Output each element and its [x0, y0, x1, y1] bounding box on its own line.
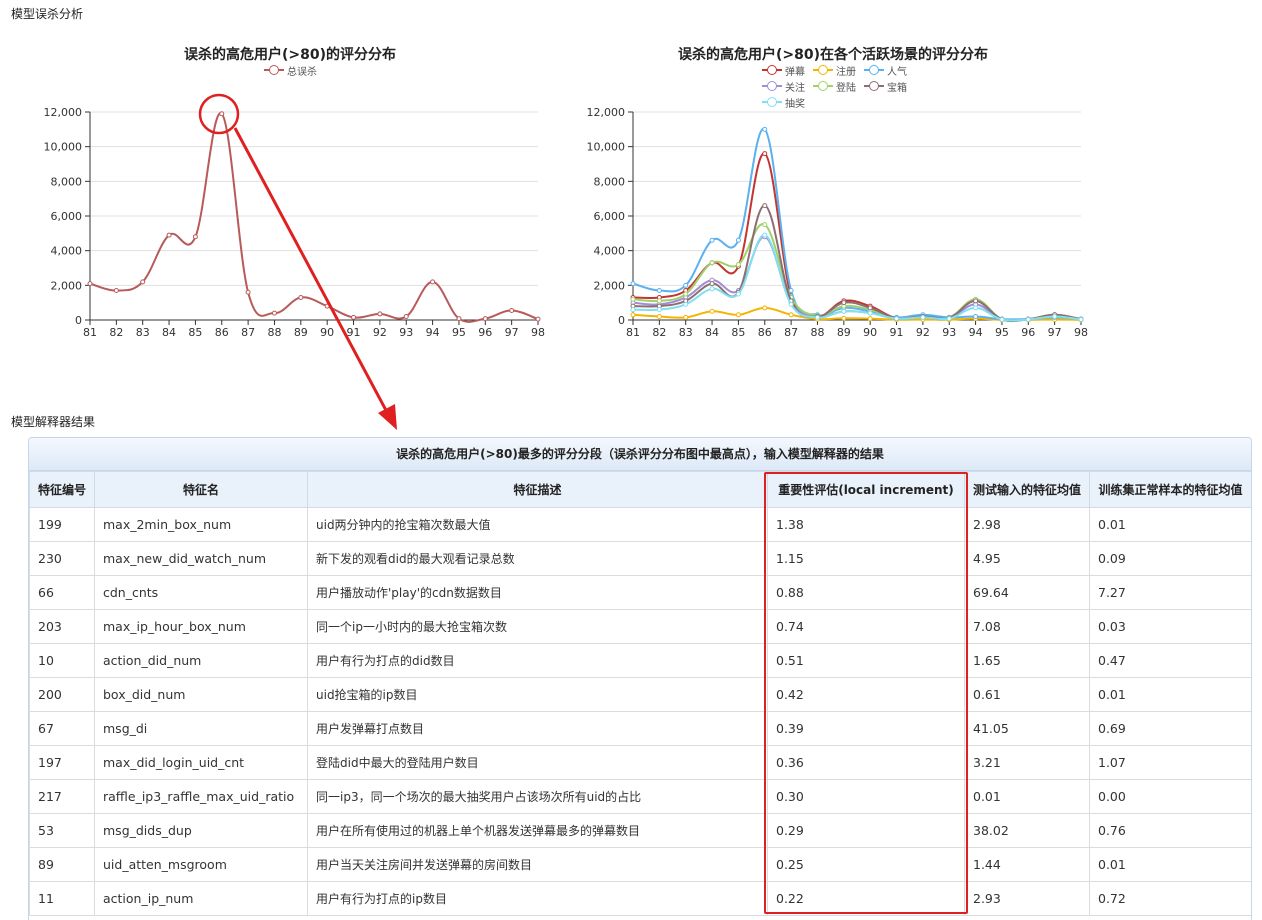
cell-id: 230	[29, 541, 95, 576]
cell-desc: 登陆did中最大的登陆用户数目	[307, 745, 768, 780]
cell-train-mean: 0.47	[1089, 643, 1251, 678]
table-row: 67 msg_di 用户发弹幕打点数目 0.39 41.05 0.69	[29, 711, 1251, 746]
cell-importance: 0.30	[767, 779, 965, 814]
cell-importance: 0.88	[767, 575, 965, 610]
cell-train-mean: 7.27	[1089, 575, 1251, 610]
cell-train-mean: 0.00	[1089, 779, 1251, 814]
cell-test-mean: 69.64	[964, 575, 1090, 610]
cell-train-mean: 0.01	[1089, 507, 1251, 542]
cell-name: max_did_login_uid_cnt	[94, 745, 308, 780]
cell-desc: 新下发的观看did的最大观看记录总数	[307, 541, 768, 576]
cell-id: 10	[29, 643, 95, 678]
cell-name: max_ip_hour_box_num	[94, 609, 308, 644]
col-header-id[interactable]: 特征编号	[29, 471, 95, 508]
table-row: 203 max_ip_hour_box_num 同一个ip一小时内的最大抢宝箱次数 0…	[29, 609, 1251, 644]
cell-train-mean: 0.72	[1089, 881, 1251, 916]
cell-desc: 同一个ip一小时内的最大抢宝箱次数	[307, 609, 768, 644]
table-row: 200 box_did_num uid抢宝箱的ip数目 0.42 0.61 0.01	[29, 677, 1251, 712]
cell-desc: 用户有行为打点的did数目	[307, 643, 768, 678]
col-header-importance[interactable]: 重要性评估(local increment)	[767, 471, 965, 508]
cell-test-mean: 0.61	[964, 677, 1090, 712]
cell-name: cdn_cnts	[94, 575, 308, 610]
peak-highlight-circle	[198, 93, 240, 135]
cell-name: msg_dids_dup	[94, 813, 308, 848]
cell-test-mean: 1.44	[964, 847, 1090, 882]
cell-name: uid_atten_msgroom	[94, 847, 308, 882]
cell-desc: uid抢宝箱的ip数目	[307, 677, 768, 712]
cell-desc: 用户发弹幕打点数目	[307, 711, 768, 746]
col-header-name[interactable]: 特征名	[94, 471, 308, 508]
table-row: 217 raffle_ip3_raffle_max_uid_ratio 同一ip3，…	[29, 779, 1251, 814]
table-row: 199 max_2min_box_num uid两分钟内的抢宝箱次数最大值 1.38 2…	[29, 507, 1251, 542]
cell-name: action_ip_num	[94, 881, 308, 916]
cell-id: 197	[29, 745, 95, 780]
cell-test-mean: 38.02	[964, 813, 1090, 848]
cell-importance: 0.42	[767, 677, 965, 712]
cell-importance: 0.22	[767, 881, 965, 916]
cell-importance: 0.29	[767, 813, 965, 848]
cell-id: 66	[29, 575, 95, 610]
cell-desc: 同一ip3，同一个场次的最大抽奖用户占该场次所有uid的占比	[307, 779, 768, 814]
interpreter-table: 特征编号 特征名 特征描述 重要性评估(local increment) 测试输…	[29, 471, 1251, 916]
table-row: 89 uid_atten_msgroom 用户当天关注房间并发送弹幕的房间数目 0.2…	[29, 847, 1251, 882]
cell-id: 11	[29, 881, 95, 916]
col-header-test-mean[interactable]: 测试输入的特征均值	[964, 471, 1090, 508]
cell-desc: 用户有行为打点的ip数目	[307, 881, 768, 916]
section-label-interpreter: 模型解释器结果	[11, 415, 96, 429]
interpreter-table-panel: 误杀的高危用户(>80)最多的评分分段（误杀评分分布图中最高点），输入模型解释器…	[28, 437, 1252, 920]
cell-train-mean: 1.07	[1089, 745, 1251, 780]
cell-test-mean: 2.98	[964, 507, 1090, 542]
cell-train-mean: 0.76	[1089, 813, 1251, 848]
annotation-arrow-head	[378, 404, 397, 430]
cell-train-mean: 0.01	[1089, 677, 1251, 712]
cell-test-mean: 3.21	[964, 745, 1090, 780]
cell-name: box_did_num	[94, 677, 308, 712]
cell-importance: 1.15	[767, 541, 965, 576]
cell-id: 217	[29, 779, 95, 814]
cell-test-mean: 7.08	[964, 609, 1090, 644]
cell-desc: 用户播放动作'play'的cdn数据数目	[307, 575, 768, 610]
table-row: 197 max_did_login_uid_cnt 登陆did中最大的登陆用户数目 0…	[29, 745, 1251, 780]
col-header-desc[interactable]: 特征描述	[307, 471, 768, 508]
cell-importance: 1.38	[767, 507, 965, 542]
cell-test-mean: 4.95	[964, 541, 1090, 576]
table-row: 230 max_new_did_watch_num 新下发的观看did的最大观看记录…	[29, 541, 1251, 576]
table-row: 10 action_did_num 用户有行为打点的did数目 0.51 1.65 0.4…	[29, 643, 1251, 678]
cell-importance: 0.39	[767, 711, 965, 746]
table-row: 53 msg_dids_dup 用户在所有使用过的机器上单个机器发送弹幕最多的弹幕数…	[29, 813, 1251, 848]
cell-name: max_2min_box_num	[94, 507, 308, 542]
cell-train-mean: 0.03	[1089, 609, 1251, 644]
cell-importance: 0.51	[767, 643, 965, 678]
col-header-train-mean[interactable]: 训练集正常样本的特征均值	[1089, 471, 1251, 508]
cell-train-mean: 0.01	[1089, 847, 1251, 882]
cell-train-mean: 0.09	[1089, 541, 1251, 576]
cell-id: 200	[29, 677, 95, 712]
cell-id: 53	[29, 813, 95, 848]
cell-name: max_new_did_watch_num	[94, 541, 308, 576]
cell-test-mean: 0.01	[964, 779, 1090, 814]
cell-name: raffle_ip3_raffle_max_uid_ratio	[94, 779, 308, 814]
table-row: 66 cdn_cnts 用户播放动作'play'的cdn数据数目 0.88 69.64 7…	[29, 575, 1251, 610]
cell-name: action_did_num	[94, 643, 308, 678]
annotation-overlay	[198, 93, 397, 430]
cell-desc: uid两分钟内的抢宝箱次数最大值	[307, 507, 768, 542]
annotation-arrow-line	[233, 127, 390, 415]
cell-train-mean: 0.69	[1089, 711, 1251, 746]
table-row: 11 action_ip_num 用户有行为打点的ip数目 0.22 2.93 0.72	[29, 881, 1251, 916]
cell-importance: 0.74	[767, 609, 965, 644]
cell-importance: 0.36	[767, 745, 965, 780]
cell-id: 199	[29, 507, 95, 542]
cell-importance: 0.25	[767, 847, 965, 882]
cell-name: msg_di	[94, 711, 308, 746]
cell-test-mean: 2.93	[964, 881, 1090, 916]
table-caption: 误杀的高危用户(>80)最多的评分分段（误杀评分分布图中最高点），输入模型解释器…	[29, 438, 1251, 471]
cell-desc: 用户当天关注房间并发送弹幕的房间数目	[307, 847, 768, 882]
cell-test-mean: 41.05	[964, 711, 1090, 746]
cell-id: 67	[29, 711, 95, 746]
cell-id: 89	[29, 847, 95, 882]
cell-desc: 用户在所有使用过的机器上单个机器发送弹幕最多的弹幕数目	[307, 813, 768, 848]
cell-test-mean: 1.65	[964, 643, 1090, 678]
table-header-row: 特征编号 特征名 特征描述 重要性评估(local increment) 测试输…	[29, 471, 1251, 508]
cell-id: 203	[29, 609, 95, 644]
